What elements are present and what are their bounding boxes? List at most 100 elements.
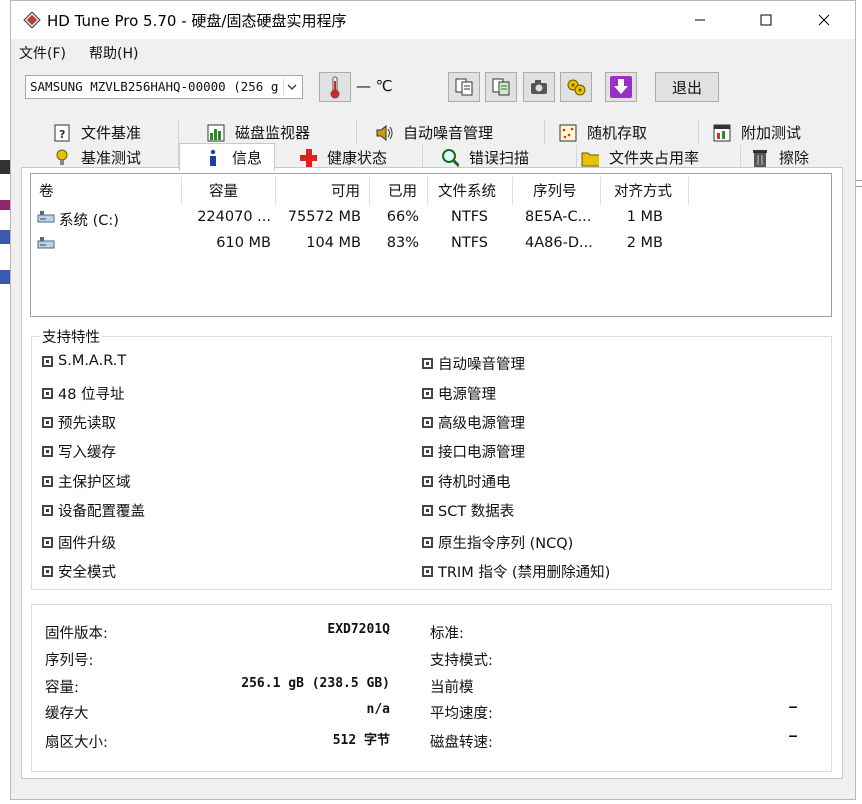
info-value-sector-size: 512 字节 xyxy=(332,733,390,748)
screenshot-button[interactable] xyxy=(523,72,555,102)
volume-serial: 8E5A-C... xyxy=(525,209,592,225)
table-row[interactable]: 系统 (C:) 224070 ... 75572 MB 66% NTFS 8E5… xyxy=(31,206,831,230)
feature-label: 写入缓存 xyxy=(58,445,116,461)
toolbar: SAMSUNG MZVLB256HAHQ-00000 (256 g — ℃ 退出 xyxy=(11,65,855,115)
drive-icon xyxy=(37,237,55,249)
checkbox-checked-icon xyxy=(422,537,433,548)
benchmark-icon xyxy=(53,149,71,167)
tab-label: 健康状态 xyxy=(327,149,388,167)
options-icon xyxy=(567,79,586,96)
checkbox-checked-icon xyxy=(422,388,433,399)
feature-label: S.M.A.R.T xyxy=(58,353,127,369)
feature-aam: 自动噪音管理 xyxy=(422,353,525,374)
info-label-firmware: 固件版本: xyxy=(45,626,108,642)
menu-file[interactable]: 文件(F) xyxy=(19,43,66,63)
column-divider xyxy=(369,177,370,205)
col-header-capacity[interactable]: 容量 xyxy=(209,180,238,201)
info-label-average-speed: 平均速度: xyxy=(430,706,493,722)
tab-label: 文件夹占用率 xyxy=(609,149,700,167)
volume-filesystem: NTFS xyxy=(451,209,488,225)
copy-text-button[interactable] xyxy=(448,72,480,102)
menu-help[interactable]: 帮助(H) xyxy=(89,43,138,63)
feature-write-cache: 写入缓存 xyxy=(42,441,116,462)
tab-label: 自动噪音管理 xyxy=(403,124,494,142)
col-header-filesystem[interactable]: 文件系统 xyxy=(438,180,496,201)
copy-all-button[interactable] xyxy=(485,72,517,102)
feature-label: TRIM 指令 (禁用删除通知) xyxy=(438,565,611,581)
drive-select-value: SAMSUNG MZVLB256HAHQ-00000 (256 g xyxy=(30,79,279,94)
features-title: 支持特性 xyxy=(40,326,102,347)
tab-label: 磁盘监视器 xyxy=(235,124,311,142)
volume-serial: 4A86-D... xyxy=(525,235,593,251)
folder-icon xyxy=(581,149,599,167)
column-divider xyxy=(275,177,276,205)
info-label-supported-mode: 支持模式: xyxy=(430,653,493,669)
feature-smart: S.M.A.R.T xyxy=(42,353,126,369)
feature-label: 待机时通电 xyxy=(438,475,511,491)
tab-aam[interactable]: 自动噪音管理 xyxy=(375,120,545,145)
feature-label: 安全模式 xyxy=(58,565,116,581)
info-value-firmware: EXD7201Q xyxy=(327,622,390,637)
checkbox-checked-icon xyxy=(42,446,53,457)
app-logo-icon xyxy=(23,11,41,29)
options-button[interactable] xyxy=(560,72,592,102)
tab-row-1: ? 文件基准 磁盘监视器 自动噪音管理 随机存取 附加测试 xyxy=(27,120,837,145)
volume-table[interactable]: 卷 容量 可用 已用 文件系统 序列号 对齐方式 系统 (C:) 224070 … xyxy=(30,173,832,317)
tab-random-access[interactable]: 随机存取 xyxy=(559,120,699,145)
minimize-button[interactable] xyxy=(677,1,723,39)
col-header-volume[interactable]: 卷 xyxy=(39,180,54,201)
close-button[interactable] xyxy=(801,1,847,39)
trash-icon xyxy=(751,149,769,167)
info-label-cache: 缓存大 xyxy=(45,706,89,722)
col-header-alignment[interactable]: 对齐方式 xyxy=(614,180,672,201)
col-header-used[interactable]: 已用 xyxy=(388,180,417,201)
volume-name: 系统 (C:) xyxy=(59,213,119,229)
table-row[interactable]: 610 MB 104 MB 83% NTFS 4A86-D... 2 MB xyxy=(31,232,831,256)
feature-label: 原生指令序列 (NCQ) xyxy=(438,536,574,552)
volume-filesystem: NTFS xyxy=(451,235,488,251)
info-icon xyxy=(204,149,222,167)
checkbox-checked-icon xyxy=(42,476,53,487)
col-header-free[interactable]: 可用 xyxy=(331,180,360,201)
features-group: 支持特性 S.M.A.R.T 48 位寻址 预先读取 写入缓存 主保护区域 设备… xyxy=(31,326,832,590)
tab-label: 擦除 xyxy=(779,149,810,167)
info-label-current-mode: 当前模 xyxy=(430,680,474,696)
col-header-serial[interactable]: 序列号 xyxy=(533,180,577,201)
tab-file-benchmark[interactable]: ? 文件基准 xyxy=(53,120,179,145)
tab-label: 文件基准 xyxy=(81,124,142,142)
tab-disk-monitor[interactable]: 磁盘监视器 xyxy=(207,120,357,145)
feature-apm: 高级电源管理 xyxy=(422,412,525,433)
save-button[interactable] xyxy=(605,72,637,102)
exit-button[interactable]: 退出 xyxy=(655,72,719,102)
temperature-readout: — ℃ xyxy=(356,77,393,95)
feature-interface-pm: 接口电源管理 xyxy=(422,441,525,462)
feature-sct: SCT 数据表 xyxy=(422,500,514,521)
window-title: HD Tune Pro 5.70 - 硬盘/固态硬盘实用程序 xyxy=(47,12,347,30)
feature-label: 预先读取 xyxy=(58,416,116,432)
feature-hpa: 主保护区域 xyxy=(42,471,131,492)
svg-text:?: ? xyxy=(59,128,65,141)
drive-select[interactable]: SAMSUNG MZVLB256HAHQ-00000 (256 g xyxy=(25,75,303,99)
tab-label: 随机存取 xyxy=(587,124,648,142)
temperature-button[interactable] xyxy=(319,72,351,102)
volume-alignment: 1 MB xyxy=(626,209,663,225)
tab-extra-tests[interactable]: 附加测试 xyxy=(713,120,833,145)
feature-dco: 设备配置覆盖 xyxy=(42,500,145,521)
maximize-button[interactable] xyxy=(743,1,789,39)
checkbox-checked-icon xyxy=(422,417,433,428)
chevron-down-icon[interactable] xyxy=(283,78,300,96)
random-access-icon xyxy=(559,124,577,142)
file-benchmark-icon: ? xyxy=(53,124,71,142)
feature-label: 接口电源管理 xyxy=(438,445,525,461)
feature-label: 主保护区域 xyxy=(58,475,131,491)
drive-info-group: 固件版本: EXD7201Q 序列号: 容量: 256.1 gB (238.5 … xyxy=(31,604,832,772)
tab-info[interactable]: 信息 xyxy=(179,143,275,171)
feature-ncq: 原生指令序列 (NCQ) xyxy=(422,532,573,553)
info-label-rotation: 磁盘转速: xyxy=(430,735,493,751)
tab-label: 信息 xyxy=(232,149,263,167)
feature-power-management: 电源管理 xyxy=(422,383,496,404)
title-bar[interactable]: HD Tune Pro 5.70 - 硬盘/固态硬盘实用程序 xyxy=(11,1,855,39)
maximize-icon xyxy=(760,14,772,26)
checkbox-checked-icon xyxy=(42,417,53,428)
drive-icon xyxy=(37,211,55,223)
